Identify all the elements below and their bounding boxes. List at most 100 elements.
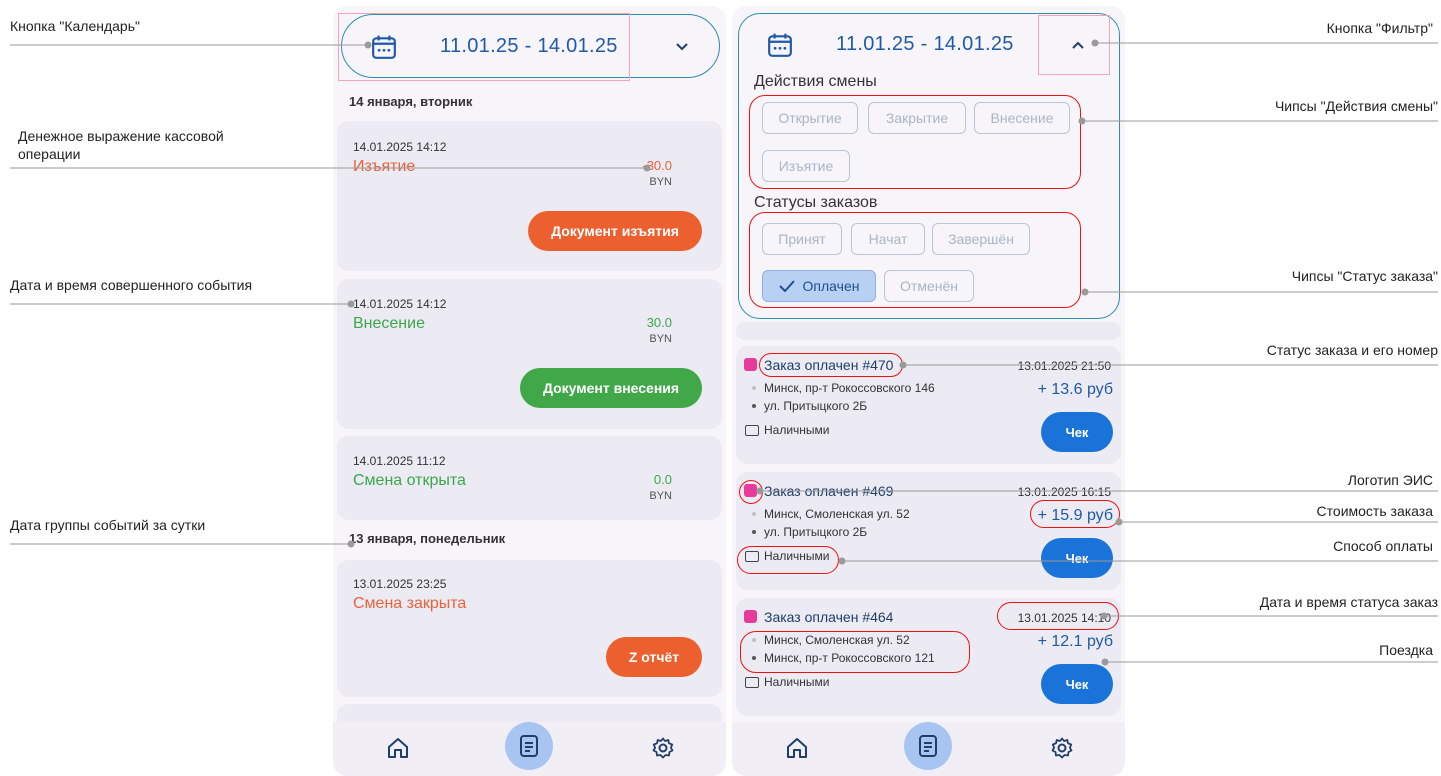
document-icon[interactable] <box>518 734 540 758</box>
order-price: + 13.6 руб <box>1037 381 1113 398</box>
event-title: Изъятие <box>353 158 416 175</box>
nav-home[interactable] <box>777 730 817 766</box>
receipt-button[interactable]: Чек <box>1041 412 1113 452</box>
order-status-number: Заказ оплачен #469 <box>764 483 894 499</box>
event-card-withdrawal: 14.01.2025 14:12 Изъятие -30.0 BYN Докум… <box>337 121 722 271</box>
nav-documents[interactable] <box>904 722 952 770</box>
order-price: + 15.9 руб <box>1037 507 1113 524</box>
event-card-shift-opened: 14.01.2025 11:12 Смена открыта 0.0 BYN <box>337 436 722 520</box>
annotation-payment-method: Способ оплаты <box>1333 538 1433 554</box>
order-card: Заказ оплачен #464 13.01.2025 14:10 Минс… <box>736 598 1121 716</box>
nav-settings[interactable] <box>643 730 683 766</box>
route-start-dot <box>752 638 756 642</box>
order-price: + 12.1 руб <box>1037 633 1113 650</box>
order-status-number: Заказ оплачен #470 <box>764 357 894 373</box>
gear-icon[interactable] <box>651 736 675 760</box>
bottom-navigation <box>732 722 1125 776</box>
annotation-order-status-number: Статус заказа и его номер <box>1266 342 1438 358</box>
annotation-day-group-date: Дата группы событий за сутки <box>10 517 206 533</box>
calendar-icon[interactable] <box>371 34 397 60</box>
eis-logo-icon <box>744 484 757 497</box>
day-header: 14 января, вторник <box>349 94 473 109</box>
payment-method: Наличными <box>764 675 830 689</box>
route-from: Минск, пр-т Рокоссовского 146 <box>764 381 935 395</box>
chip-accepted[interactable]: Принят <box>762 223 842 255</box>
event-datetime: 14.01.2025 14:12 <box>353 297 447 311</box>
event-card-shift-closed: 13.01.2025 23:25 Смена закрыта Z отчёт <box>337 560 722 697</box>
check-icon <box>778 280 795 292</box>
chip-deposit[interactable]: Внесение <box>974 102 1070 134</box>
order-status-time: 13.01.2025 14:10 <box>1017 611 1111 625</box>
order-card: Заказ оплачен #469 13.01.2025 16:15 Минс… <box>736 472 1121 590</box>
event-datetime: 14.01.2025 14:12 <box>353 140 447 154</box>
route-start-dot <box>752 512 756 516</box>
annotation-trip: Поездка <box>1379 642 1433 658</box>
annotation-event-datetime: Дата и время совершенного события <box>10 277 253 293</box>
event-card-deposit: 14.01.2025 14:12 Внесение 30.0 BYN Докум… <box>337 279 722 429</box>
receipt-button[interactable]: Чек <box>1041 538 1113 578</box>
nav-settings[interactable] <box>1042 730 1082 766</box>
route-to: Минск, пр-т Рокоссовского 121 <box>764 651 935 665</box>
calendar-icon[interactable] <box>767 32 793 58</box>
order-card: Заказ оплачен #470 13.01.2025 21:50 Минс… <box>736 346 1121 464</box>
bottom-navigation <box>333 722 726 776</box>
event-amount: 30.0 <box>646 315 672 330</box>
payment-method: Наличными <box>764 423 830 437</box>
chip-opening[interactable]: Открытие <box>762 102 858 134</box>
nav-home[interactable] <box>378 730 418 766</box>
annotation-status-chips: Чипсы "Статус заказа" <box>1291 268 1438 284</box>
chip-cancelled[interactable]: Отменён <box>884 270 974 302</box>
z-report-button[interactable]: Z отчёт <box>606 637 702 677</box>
withdrawal-document-button[interactable]: Документ изъятия <box>528 211 702 251</box>
event-amount: 0.0 <box>653 472 672 487</box>
home-icon[interactable] <box>386 736 410 760</box>
gear-icon[interactable] <box>1050 736 1074 760</box>
event-title: Смена закрыта <box>353 595 467 612</box>
shift-actions-title: Действия смены <box>754 73 877 90</box>
route-end-dot <box>752 404 756 408</box>
chip-paid-label: Оплачен <box>802 278 860 294</box>
annotation-status-datetime: Дата и время статуса заказ <box>1259 594 1438 610</box>
cash-icon <box>745 551 759 562</box>
annotation-shift-chips: Чипсы "Действия смены" <box>1274 98 1438 114</box>
route-to: ул. Притыцкого 2Б <box>764 399 868 413</box>
receipt-button[interactable]: Чек <box>1041 664 1113 704</box>
date-range-text: 11.01.25 - 14.01.25 <box>836 33 1014 55</box>
date-range-pill[interactable]: 11.01.25 - 14.01.25 <box>341 14 720 78</box>
route-to: ул. Притыцкого 2Б <box>764 525 868 539</box>
annotation-money-amount-line2: операции <box>18 146 81 162</box>
chip-closing[interactable]: Закрытие <box>868 102 966 134</box>
eis-logo-icon <box>744 610 757 623</box>
list-divider <box>736 322 1121 340</box>
order-status-title: Статусы заказов <box>754 194 878 211</box>
order-status-time: 13.01.2025 16:15 <box>1017 485 1111 499</box>
chip-withdrawal[interactable]: Изъятие <box>762 150 850 182</box>
cash-icon <box>745 425 759 436</box>
document-icon[interactable] <box>917 734 939 758</box>
event-datetime: 14.01.2025 11:12 <box>353 454 446 468</box>
route-end-dot <box>752 656 756 660</box>
nav-documents[interactable] <box>505 722 553 770</box>
route-start-dot <box>752 386 756 390</box>
event-datetime: 13.01.2025 23:25 <box>353 577 447 591</box>
event-currency: BYN <box>649 176 672 188</box>
chevron-down-icon[interactable] <box>675 42 689 52</box>
chip-completed[interactable]: Завершён <box>932 223 1030 255</box>
filter-panel: 11.01.25 - 14.01.25 Действия смены Откры… <box>738 13 1120 319</box>
annotation-calendar-button: Кнопка "Календарь" <box>10 18 140 34</box>
chip-paid[interactable]: Оплачен <box>762 270 876 302</box>
event-title: Смена открыта <box>353 472 466 489</box>
deposit-document-button[interactable]: Документ внесения <box>520 368 702 408</box>
annotation-order-cost: Стоимость заказа <box>1316 503 1433 519</box>
order-status-time: 13.01.2025 21:50 <box>1017 359 1111 373</box>
event-title: Внесение <box>353 315 425 332</box>
home-icon[interactable] <box>785 736 809 760</box>
route-end-dot <box>752 530 756 534</box>
date-range-text: 11.01.25 - 14.01.25 <box>440 35 618 57</box>
cash-icon <box>745 677 759 688</box>
chip-started[interactable]: Начат <box>851 223 925 255</box>
payment-method: Наличными <box>764 549 830 563</box>
chevron-up-icon[interactable] <box>1071 40 1085 50</box>
order-status-number: Заказ оплачен #464 <box>764 609 894 625</box>
annotation-eis-logo: Логотип ЭИС <box>1347 472 1433 488</box>
